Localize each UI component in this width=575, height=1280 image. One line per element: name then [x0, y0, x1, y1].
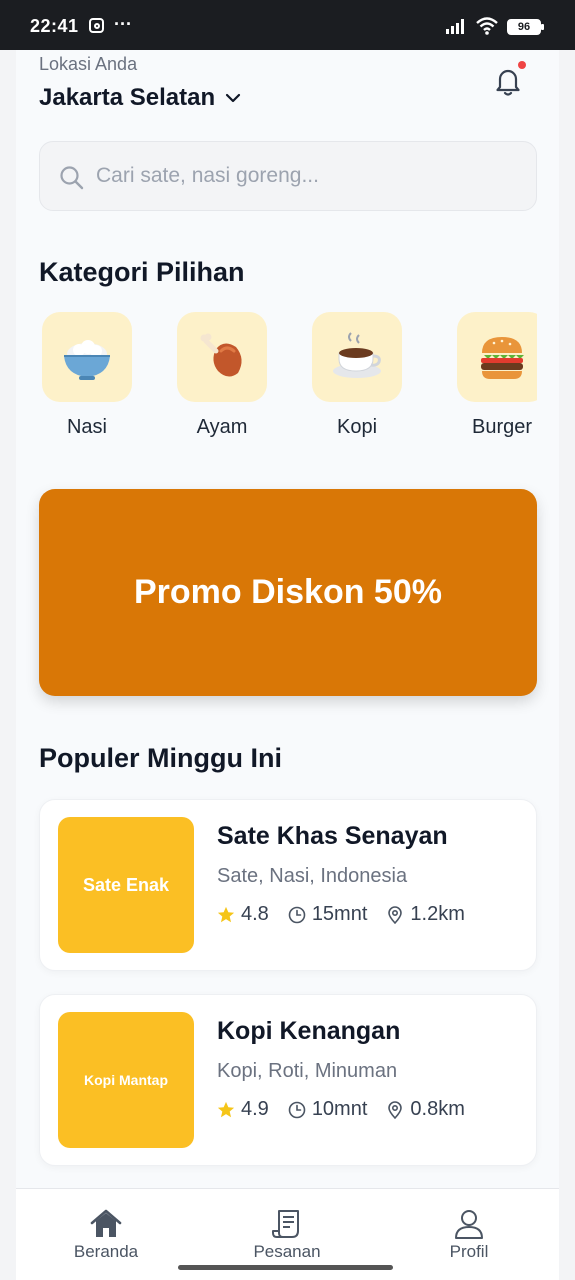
categories-title: Kategori Pilihan [39, 257, 245, 287]
category-item-burger[interactable]: Burger [447, 312, 537, 439]
tab-pesanan[interactable]: Pesanan [227, 1207, 347, 1262]
coffee-cup-icon [333, 332, 381, 378]
category-item-ayam[interactable]: Ayam [167, 312, 277, 439]
wifi-icon [476, 17, 498, 35]
promo-banner[interactable]: Promo Diskon 50% [39, 489, 537, 696]
category-item-kopi[interactable]: Kopi [302, 312, 412, 439]
signal-icon [446, 19, 464, 34]
distance-value: 0.8km [410, 1098, 465, 1120]
location-label: Lokasi Anda [39, 54, 138, 74]
app-screen: Lokasi Anda Jakarta Selatan Kategori Pil… [16, 50, 559, 1280]
category-icon-box [42, 312, 132, 402]
rating-value: 4.8 [241, 903, 269, 925]
restaurant-image: Sate Enak [58, 817, 194, 953]
star-icon [217, 906, 235, 922]
restaurant-card[interactable]: Kopi Mantap Kopi Kenangan Kopi, Roti, Mi… [39, 994, 537, 1166]
location-selector[interactable]: Jakarta Selatan [39, 84, 243, 112]
restaurant-meta: 4.9 10mnt 0.8km [217, 1098, 484, 1121]
search-icon [60, 166, 84, 190]
restaurant-meta: 4.8 15mnt 1.2km [217, 903, 484, 926]
home-indicator [178, 1265, 393, 1270]
chicken-leg-icon [200, 333, 242, 377]
tab-beranda[interactable]: Beranda [46, 1207, 166, 1262]
user-icon [455, 1210, 483, 1239]
location-value: Jakarta Selatan [39, 84, 216, 111]
distance-value: 1.2km [410, 903, 465, 925]
home-icon [90, 1209, 122, 1237]
tab-label: Pesanan [253, 1242, 321, 1261]
category-label: Nasi [66, 416, 107, 438]
search-input[interactable] [96, 142, 526, 210]
delivery-time-value: 10mnt [311, 1098, 368, 1120]
category-label: Burger [471, 416, 533, 438]
promo-text: Promo Diskon 50% [134, 573, 442, 611]
rating: 4.9 [217, 1098, 269, 1121]
delivery-time-value: 15mnt [311, 903, 368, 925]
delivery-time: 15mnt [288, 903, 368, 926]
popular-title: Populer Minggu Ini [39, 743, 282, 773]
distance: 0.8km [386, 1098, 465, 1121]
category-icon-box [457, 312, 537, 402]
category-label: Ayam [196, 416, 248, 438]
location-pin-icon [388, 1100, 403, 1119]
restaurant-name: Sate Khas Senayan [217, 822, 448, 850]
tab-label: Beranda [73, 1242, 139, 1261]
clock-icon [288, 1101, 306, 1118]
distance: 1.2km [386, 903, 465, 926]
restaurant-tags: Kopi, Roti, Minuman [217, 1060, 398, 1082]
rating: 4.8 [217, 903, 269, 926]
restaurant-tags: Sate, Nasi, Indonesia [217, 865, 408, 887]
delivery-time: 10mnt [288, 1098, 368, 1121]
rating-value: 4.9 [241, 1098, 269, 1120]
status-bar: 22:41 ··· 96 [0, 0, 575, 50]
category-label: Kopi [336, 416, 378, 438]
category-icon-box [177, 312, 267, 402]
chevron-down-icon [226, 93, 241, 103]
category-icon-box [312, 312, 402, 402]
notification-bell-icon[interactable] [492, 64, 524, 98]
status-time: 22:41 [30, 16, 79, 36]
tab-label: Profil [449, 1242, 489, 1261]
category-list: Nasi Ayam Kopi Burger [39, 312, 537, 442]
bottom-tab-bar: Beranda Pesanan Profil [16, 1188, 559, 1280]
receipt-icon [272, 1210, 299, 1238]
battery-icon: 96 [507, 19, 544, 35]
notification-badge [518, 61, 526, 69]
tab-profil[interactable]: Profil [409, 1207, 529, 1262]
star-icon [217, 1101, 235, 1117]
restaurant-name: Kopi Kenangan [217, 1017, 401, 1045]
burger-icon [480, 337, 524, 379]
category-item-nasi[interactable]: Nasi [39, 312, 142, 439]
search-bar[interactable] [39, 141, 537, 211]
more-notifications-icon: ··· [114, 14, 132, 34]
rice-bowl-icon [64, 340, 110, 380]
restaurant-image: Kopi Mantap [58, 1012, 194, 1148]
instagram-icon [89, 18, 104, 33]
restaurant-card[interactable]: Sate Enak Sate Khas Senayan Sate, Nasi, … [39, 799, 537, 971]
clock-icon [288, 906, 306, 923]
location-pin-icon [388, 905, 403, 924]
